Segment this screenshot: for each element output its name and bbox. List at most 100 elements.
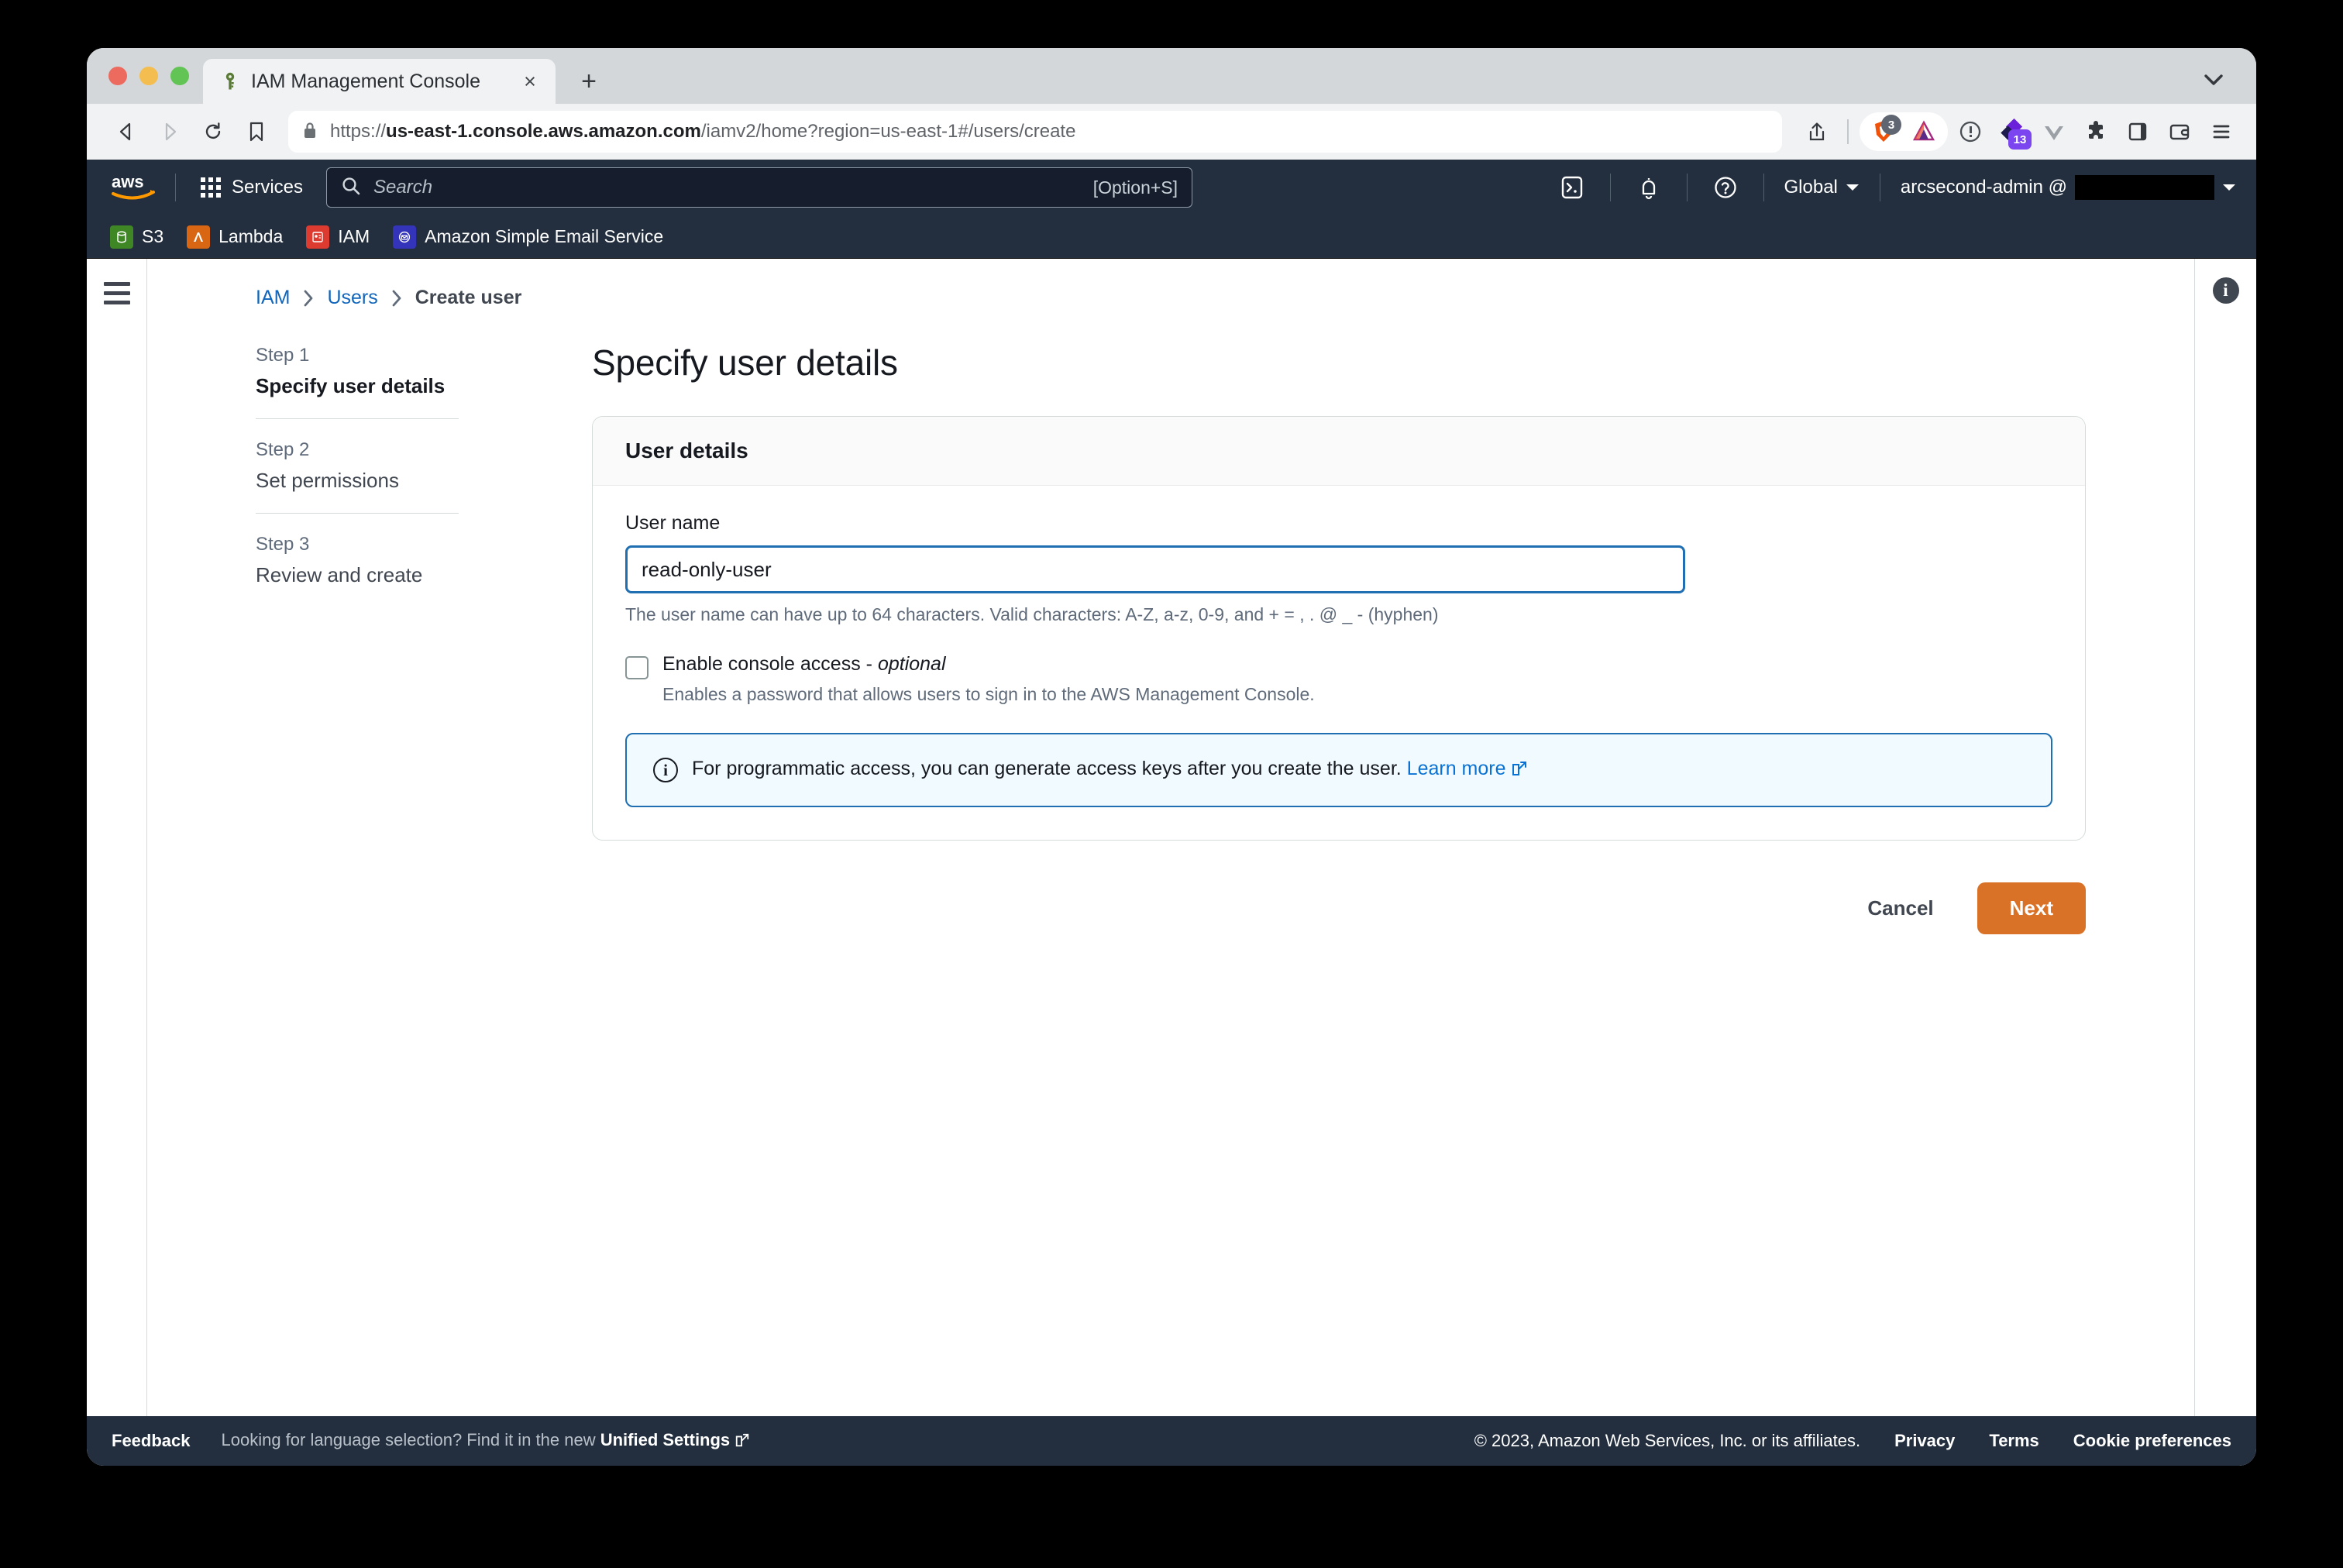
form-column: Specify user details User details User n… [459,342,2194,934]
iam-icon [306,225,330,249]
cookie-preferences-link[interactable]: Cookie preferences [2073,1431,2231,1451]
footer-right: © 2023, Amazon Web Services, Inc. or its… [1474,1431,2231,1451]
search-placeholder: Search [373,177,433,198]
nav-divider [1763,174,1764,201]
lambda-icon [187,225,211,249]
info-icon[interactable]: i [2212,277,2239,304]
wizard-step-1[interactable]: Step 1 Specify user details [256,342,459,418]
region-label: Global [1784,177,1838,198]
bookmark-icon[interactable] [237,112,276,151]
vue-icon[interactable] [2035,112,2073,151]
console-content: IAM Users Create user Step 1 Specify use… [87,259,2256,1416]
info-alert-text: For programmatic access, you can generat… [692,758,1528,782]
feedback-link[interactable]: Feedback [112,1431,191,1451]
favorite-label: IAM [338,226,370,246]
chevron-right-icon [302,289,315,308]
cloudshell-icon[interactable] [1554,170,1590,205]
hamburger-menu-icon[interactable] [103,282,130,1416]
enable-console-access-checkbox[interactable] [625,656,649,679]
brave-shield-icon[interactable]: 3 [1864,112,1903,151]
copyright-text: © 2023, Amazon Web Services, Inc. or its… [1474,1431,1861,1450]
breadcrumb: IAM Users Create user [147,287,2194,309]
wizard-step-3[interactable]: Step 3 Review and create [256,513,459,607]
cancel-button[interactable]: Cancel [1850,884,1950,933]
browser-tab-strip: IAM Management Console × + [87,48,2256,104]
forward-icon [150,112,189,151]
privacy-link[interactable]: Privacy [1894,1431,1955,1451]
enable-console-access-row[interactable]: Enable console access - optional Enables… [625,653,2052,705]
lock-icon [302,121,318,143]
aws-nav-right: Global arcsecond-admin @ [1554,170,2237,205]
wizard-step-2[interactable]: Step 2 Set permissions [256,418,459,513]
new-tab-button[interactable]: + [566,59,611,104]
close-window-button[interactable] [108,67,127,85]
browser-tab-iam-management-console[interactable]: IAM Management Console × [203,59,556,104]
back-icon[interactable] [107,112,146,151]
card-header: User details [593,417,2085,486]
account-label: arcsecond-admin @ [1900,177,2067,198]
toolbar-divider [1847,119,1849,144]
extensions-icon[interactable] [2076,112,2115,151]
bell-icon[interactable] [1631,170,1667,205]
s3-icon [110,225,133,249]
enable-console-access-description: Enables a password that allows users to … [662,684,1315,704]
services-button[interactable]: Services [193,170,311,205]
wallet-icon[interactable] [2160,112,2199,151]
step-number: Step 1 [256,345,310,366]
external-link-icon [1511,760,1528,782]
bat-triangle-icon[interactable] [1904,112,1943,151]
browser-tool-icons: 3 13 [1798,112,2241,151]
services-label: Services [232,177,304,198]
share-icon[interactable] [1798,112,1836,151]
help-icon[interactable] [1708,170,1743,205]
nav-divider [175,174,176,201]
wizard-actions: Cancel Next [592,882,2086,934]
aws-favorites-bar: S3 Lambda IAM Amazon Simple Email Servic… [87,215,2256,259]
favorite-label: Lambda [218,226,284,246]
chevron-down-icon [1846,184,1859,191]
username-input[interactable]: read-only-user [625,545,1685,593]
card-heading: User details [625,438,748,462]
next-button[interactable]: Next [1977,882,2086,934]
account-id-redacted [2075,175,2214,200]
1password-icon[interactable] [1951,112,1990,151]
terms-link[interactable]: Terms [1989,1431,2039,1451]
svg-text:aws: aws [112,172,144,191]
close-icon[interactable]: × [517,70,543,92]
username-label: User name [625,512,721,534]
favorite-lambda[interactable]: Lambda [187,225,283,249]
grid-icon [201,177,221,198]
chevron-down-icon[interactable] [2200,67,2227,93]
address-bar[interactable]: https://us-east-1.console.aws.amazon.com… [288,111,1782,153]
nav-divider [1686,174,1688,201]
maximize-window-button[interactable] [170,67,189,85]
search-shortcut-hint: [Option+S] [1092,177,1178,198]
step-number: Step 3 [256,534,310,555]
hamburger-menu-icon[interactable] [2202,112,2241,151]
right-info-rail: i [2194,259,2256,1416]
nav-divider [1609,174,1611,201]
enable-console-access-label: Enable console access - optional [662,653,946,675]
account-menu[interactable]: arcsecond-admin @ [1901,175,2236,200]
language-settings-note: Looking for language selection? Find it … [222,1430,751,1453]
favorite-s3[interactable]: S3 [110,225,163,249]
main-content: IAM Users Create user Step 1 Specify use… [147,259,2194,1416]
favorite-ses[interactable]: Amazon Simple Email Service [393,225,663,249]
username-help-text: The user name can have up to 64 characte… [625,604,1439,624]
search-input[interactable]: Search [Option+S] [326,167,1193,208]
external-link-icon [735,1432,750,1453]
breadcrumb-item-iam[interactable]: IAM [256,287,290,309]
breadcrumb-item-users[interactable]: Users [327,287,377,309]
favorite-iam[interactable]: IAM [306,225,370,249]
extension-badge-icon[interactable]: 13 [1993,112,2032,151]
learn-more-link[interactable]: Learn more [1407,758,1506,779]
wizard-steps: Step 1 Specify user details Step 2 Set p… [256,342,459,934]
info-icon: i [653,758,678,782]
sidebar-icon[interactable] [2118,112,2157,151]
favorite-label: Amazon Simple Email Service [425,226,664,246]
region-selector[interactable]: Global [1784,177,1860,198]
browser-toolbar: https://us-east-1.console.aws.amazon.com… [87,104,2256,160]
reload-icon[interactable] [194,112,232,151]
aws-logo[interactable]: aws [110,170,158,205]
minimize-window-button[interactable] [139,67,158,85]
